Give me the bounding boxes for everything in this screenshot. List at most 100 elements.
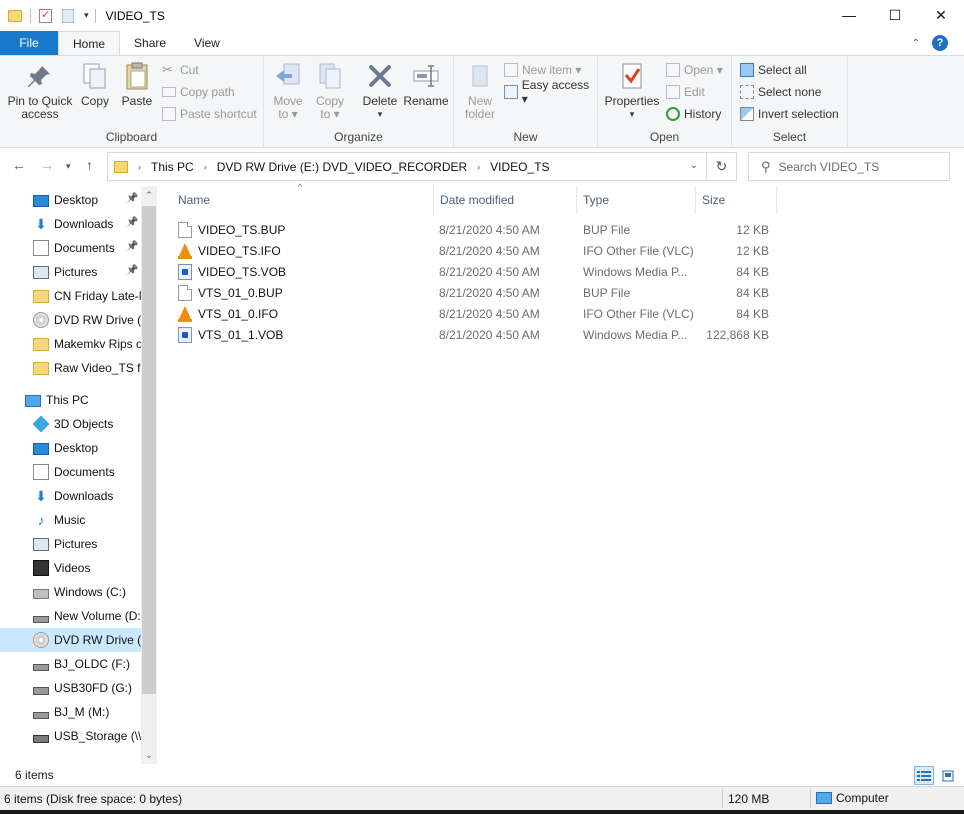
this-pc-item[interactable]: Windows (C:) (0, 580, 141, 604)
file-row[interactable]: VTS_01_0.BUP 8/21/2020 4:50 AM BUP File 84 … (178, 282, 778, 303)
select-all-button[interactable]: Select all (740, 60, 807, 80)
help-icon[interactable]: ? (932, 35, 948, 51)
this-pc-item[interactable]: BJ_OLDC (F:) (0, 652, 141, 676)
select-none-button[interactable]: Select none (740, 82, 821, 102)
file-type: Windows Media P... (583, 327, 688, 342)
this-pc-item[interactable]: USB30FD (G:) (0, 676, 141, 700)
address-bar[interactable]: › This PC › DVD RW Drive (E:) DVD_VIDEO_… (107, 152, 737, 181)
details-view-button[interactable] (914, 766, 934, 785)
new-item-button[interactable]: New item ▾ (504, 60, 581, 80)
copy-path-button[interactable]: Copy path (162, 82, 235, 102)
cut-button[interactable]: ✂ Cut (162, 60, 199, 80)
navigation-pane: Desktop 📌 ⬇ Downloads 📌 Documents 📌 Pictures 📌 CN… (0, 186, 157, 764)
quick-access-item[interactable]: ⬇ Downloads 📌 (0, 212, 141, 236)
refresh-icon[interactable]: ↻ (706, 153, 736, 180)
breadcrumb-this-pc[interactable]: This PC (151, 160, 194, 174)
history-icon (666, 107, 680, 121)
paste-icon (126, 62, 148, 90)
this-pc-item[interactable]: ♪ Music (0, 508, 141, 532)
large-icons-view-button[interactable] (938, 766, 958, 785)
this-pc-item[interactable]: New Volume (D: (0, 604, 141, 628)
file-type: IFO Other File (VLC) (583, 306, 694, 321)
customize-toolbar-dropdown-icon[interactable]: ▾ (84, 10, 89, 21)
copy-to-button[interactable]: Copy to ▾ (312, 60, 348, 121)
this-pc-item[interactable]: ⬇ Downloads (0, 484, 141, 508)
collapse-ribbon-icon[interactable]: ⌃ (912, 38, 920, 49)
edit-button[interactable]: Edit (666, 82, 705, 102)
quick-access-item[interactable]: Raw Video_TS fo (0, 356, 141, 380)
invert-selection-button[interactable]: Invert selection (740, 104, 839, 124)
file-row[interactable]: VTS_01_0.IFO 8/21/2020 4:50 AM IFO Other F… (178, 303, 778, 324)
tab-share[interactable]: Share (120, 31, 180, 55)
minimize-button[interactable]: — (826, 0, 872, 30)
paste-shortcut-button[interactable]: Paste shortcut (162, 104, 257, 124)
pin-to-quick-access-button[interactable]: Pin to Quick access (6, 60, 74, 121)
delete-button[interactable]: Delete ▾ (360, 60, 400, 121)
open-label: Open ▾ (684, 63, 723, 77)
tab-file[interactable]: File (0, 31, 58, 55)
search-box[interactable]: ⚲ (748, 152, 950, 181)
history-button[interactable]: History (666, 104, 721, 124)
quick-access-item[interactable]: Makemkv Rips o (0, 332, 141, 356)
maximize-button[interactable]: ☐ (872, 0, 918, 30)
scroll-up-icon[interactable]: ⌃ (141, 186, 157, 204)
column-header-type[interactable]: Type (577, 186, 696, 214)
this-pc-item[interactable]: USB_Storage (\\ (0, 724, 141, 748)
quick-access-item[interactable]: Documents 📌 (0, 236, 141, 260)
this-pc-item[interactable]: Videos (0, 556, 141, 580)
new-folder-label-line2: folder (464, 107, 496, 121)
up-arrow-icon[interactable]: ↑ (86, 157, 93, 173)
file-row[interactable]: VIDEO_TS.BUP 8/21/2020 4:50 AM BUP File 12 … (178, 219, 778, 240)
open-button[interactable]: Open ▾ (666, 60, 723, 80)
folder-icon (114, 160, 128, 173)
file-row[interactable]: VIDEO_TS.IFO 8/21/2020 4:50 AM IFO Other F… (178, 240, 778, 261)
select-all-label: Select all (758, 63, 807, 77)
copy-label: Copy (80, 94, 109, 108)
close-button[interactable]: ✕ (918, 0, 964, 30)
column-header-date-modified[interactable]: Date modified (434, 186, 577, 214)
column-header-name[interactable]: Name (172, 186, 434, 214)
delete-x-icon (369, 65, 391, 87)
move-to-button[interactable]: Move to ▾ (270, 60, 306, 121)
easy-access-button[interactable]: Easy access ▾ (504, 78, 597, 106)
column-header-size[interactable]: Size (696, 186, 777, 214)
search-input[interactable] (778, 159, 939, 174)
properties-button[interactable]: Properties ▾ (604, 60, 660, 121)
file-row[interactable]: VIDEO_TS.VOB 8/21/2020 4:50 AM Windows Med… (178, 261, 778, 282)
tab-view[interactable]: View (180, 31, 234, 55)
quick-access-item[interactable]: Pictures 📌 (0, 260, 141, 284)
delete-dropdown-icon: ▾ (377, 109, 383, 119)
this-pc-item[interactable]: DVD RW Drive (E (0, 628, 141, 652)
quick-access-item[interactable]: DVD RW Drive (E (0, 308, 141, 332)
new-folder-icon[interactable] (62, 8, 74, 23)
scroll-down-icon[interactable]: ⌄ (141, 746, 157, 764)
this-pc-item[interactable]: 3D Objects (0, 412, 141, 436)
address-dropdown-icon[interactable]: ⌄ (690, 160, 698, 171)
this-pc-item[interactable]: Documents (0, 460, 141, 484)
paste-button[interactable]: Paste (118, 60, 156, 108)
pin-label-line2: access (21, 107, 59, 121)
new-folder-button[interactable]: New folder (460, 60, 500, 121)
nav-pane-scrollbar[interactable]: ⌃ ⌄ (141, 186, 157, 764)
this-pc-item[interactable]: Desktop (0, 436, 141, 460)
copy-button[interactable]: Copy (78, 60, 112, 108)
quick-access-item[interactable]: Desktop 📌 (0, 188, 141, 212)
nav-item-this-pc[interactable]: This PC (0, 388, 141, 412)
this-pc-item[interactable]: BJ_M (M:) (0, 700, 141, 724)
breadcrumb-dvd-drive[interactable]: DVD RW Drive (E:) DVD_VIDEO_RECORDER (217, 160, 467, 174)
scrollbar-thumb[interactable] (142, 206, 156, 694)
file-row[interactable]: VTS_01_1.VOB 8/21/2020 4:50 AM Windows Med… (178, 324, 778, 345)
properties-icon[interactable] (39, 8, 52, 23)
quick-access-item[interactable]: CN Friday Late-N (0, 284, 141, 308)
computer-icon (816, 792, 832, 804)
nav-item-label: USB30FD (G:) (54, 681, 133, 695)
forward-arrow-icon[interactable]: → (40, 157, 54, 173)
breadcrumb-video-ts[interactable]: VIDEO_TS (490, 160, 549, 174)
dvd-icon (33, 312, 49, 328)
recent-locations-chevron-icon[interactable]: ▾ (66, 161, 71, 172)
rename-button[interactable]: Rename (403, 60, 449, 108)
tab-home[interactable]: Home (58, 31, 121, 55)
this-pc-item[interactable]: Pictures (0, 532, 141, 556)
edit-icon (666, 85, 680, 99)
back-arrow-icon[interactable]: ← (12, 157, 26, 173)
